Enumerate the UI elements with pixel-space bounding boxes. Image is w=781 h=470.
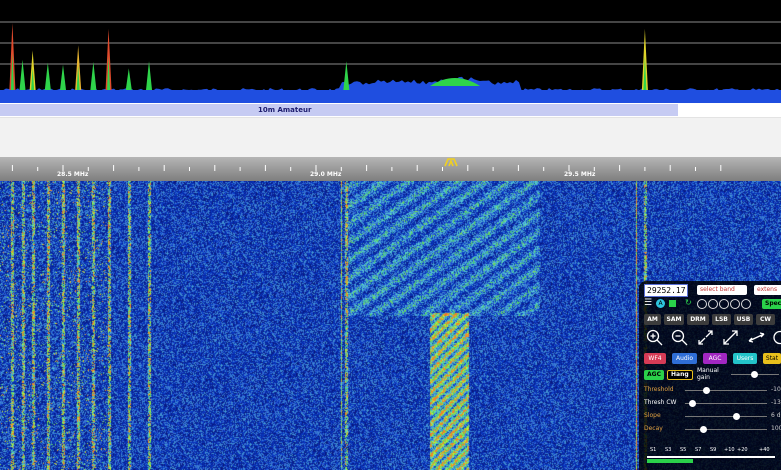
mode-lsb-button[interactable]: LSB <box>712 314 731 325</box>
smeter-tick: S1 <box>650 447 657 453</box>
zoom-band-icon[interactable] <box>722 329 739 346</box>
mode-drm-button[interactable]: DRM <box>687 314 709 325</box>
smeter-tick: S7 <box>695 447 702 453</box>
spectrum-plot <box>0 21 781 103</box>
extension-dropdown[interactable]: extens <box>754 285 781 295</box>
mode-cw-button[interactable]: CW <box>756 314 775 325</box>
slope-slider[interactable] <box>685 416 767 417</box>
agc-toggle[interactable]: AGC <box>644 370 664 380</box>
zoom-out-icon[interactable] <box>671 329 688 346</box>
tab-stat[interactable]: Stat <box>763 353 781 364</box>
threshold-knob[interactable] <box>703 387 711 394</box>
control-panel: 29252.17 select band extens ☰ A ↻ Spec A… <box>639 281 781 470</box>
thresh-cw-label: Thresh CW <box>644 399 677 406</box>
mode-am-button[interactable]: AM <box>644 314 661 325</box>
decay-value: 100 <box>771 425 781 432</box>
mode-usb-button[interactable]: USB <box>734 314 753 325</box>
scale-ticks <box>11 165 722 171</box>
threshold-value: -10 <box>771 386 781 393</box>
auto-icon[interactable]: A <box>656 299 665 308</box>
hang-toggle[interactable]: Hang <box>667 370 693 380</box>
scale-tick-label: 28.5 MHz <box>57 171 89 178</box>
spec-button[interactable]: Spec <box>762 299 781 309</box>
smeter-tick: +40 <box>759 447 770 453</box>
decay-label: Decay <box>644 425 663 432</box>
step-icon[interactable]: ↻ <box>685 298 692 307</box>
scale-tick-label: 29.5 MHz <box>564 171 596 178</box>
smeter-scale-bar <box>647 456 775 458</box>
decay-knob[interactable] <box>700 426 708 433</box>
band-label-10m[interactable]: 10m Amateur <box>0 104 678 116</box>
threshold-slider[interactable] <box>685 390 767 391</box>
slope-knob[interactable] <box>732 413 740 420</box>
smeter-tick: S3 <box>665 447 672 453</box>
spectrum-baseline <box>0 90 781 103</box>
scale-tick-label: 29.0 MHz <box>310 171 342 178</box>
dx-label-area[interactable] <box>0 117 781 158</box>
menu-icon[interactable]: ☰ <box>644 298 652 308</box>
smeter-level-bar <box>647 459 693 463</box>
thresh-cw-slider[interactable] <box>685 403 767 404</box>
zoom-plus-icon[interactable] <box>741 299 751 309</box>
zoom-max-icon[interactable] <box>697 329 714 346</box>
zoom-extra-icon[interactable] <box>772 329 781 346</box>
frequency-scale[interactable]: 28.5 MHz 29.0 MHz 29.5 MHz <box>0 157 781 181</box>
tab-agc[interactable]: AGC <box>703 353 727 364</box>
tab-audio[interactable]: Audio <box>672 353 697 364</box>
thresh-cw-value: -13 <box>771 399 781 406</box>
passband-marker-icon[interactable] <box>444 158 458 167</box>
tab-users[interactable]: Users <box>733 353 757 364</box>
step-small-icon[interactable] <box>719 299 729 309</box>
threshold-label: Threshold <box>644 386 674 393</box>
select-band-dropdown[interactable]: select band <box>697 285 747 295</box>
thresh-cw-knob[interactable] <box>688 400 696 407</box>
slope-label: Slope <box>644 412 661 419</box>
smeter-tick: +10 <box>724 447 735 453</box>
spectrum-display[interactable] <box>0 0 781 103</box>
smeter-tick: S9 <box>710 447 717 453</box>
zoom-minus-icon[interactable] <box>697 299 707 309</box>
slope-value: 6 d <box>771 412 781 419</box>
manual-gain-label: Manual gain <box>697 367 719 381</box>
step-up-icon[interactable] <box>730 299 740 309</box>
zoom-full-icon[interactable] <box>748 329 765 346</box>
smeter-tick: S5 <box>680 447 687 453</box>
spectrum-grid <box>0 21 781 65</box>
smeter-tick: +20 <box>737 447 748 453</box>
frequency-input[interactable]: 29252.17 <box>644 284 688 297</box>
green-square-icon[interactable] <box>669 300 676 307</box>
mode-sam-button[interactable]: SAM <box>664 314 684 325</box>
decay-slider[interactable] <box>685 429 767 430</box>
manual-gain-knob[interactable] <box>751 371 758 378</box>
step-down-icon[interactable] <box>708 299 718 309</box>
zoom-in-icon[interactable] <box>646 329 663 346</box>
tab-wf[interactable]: WF4 <box>644 353 666 364</box>
